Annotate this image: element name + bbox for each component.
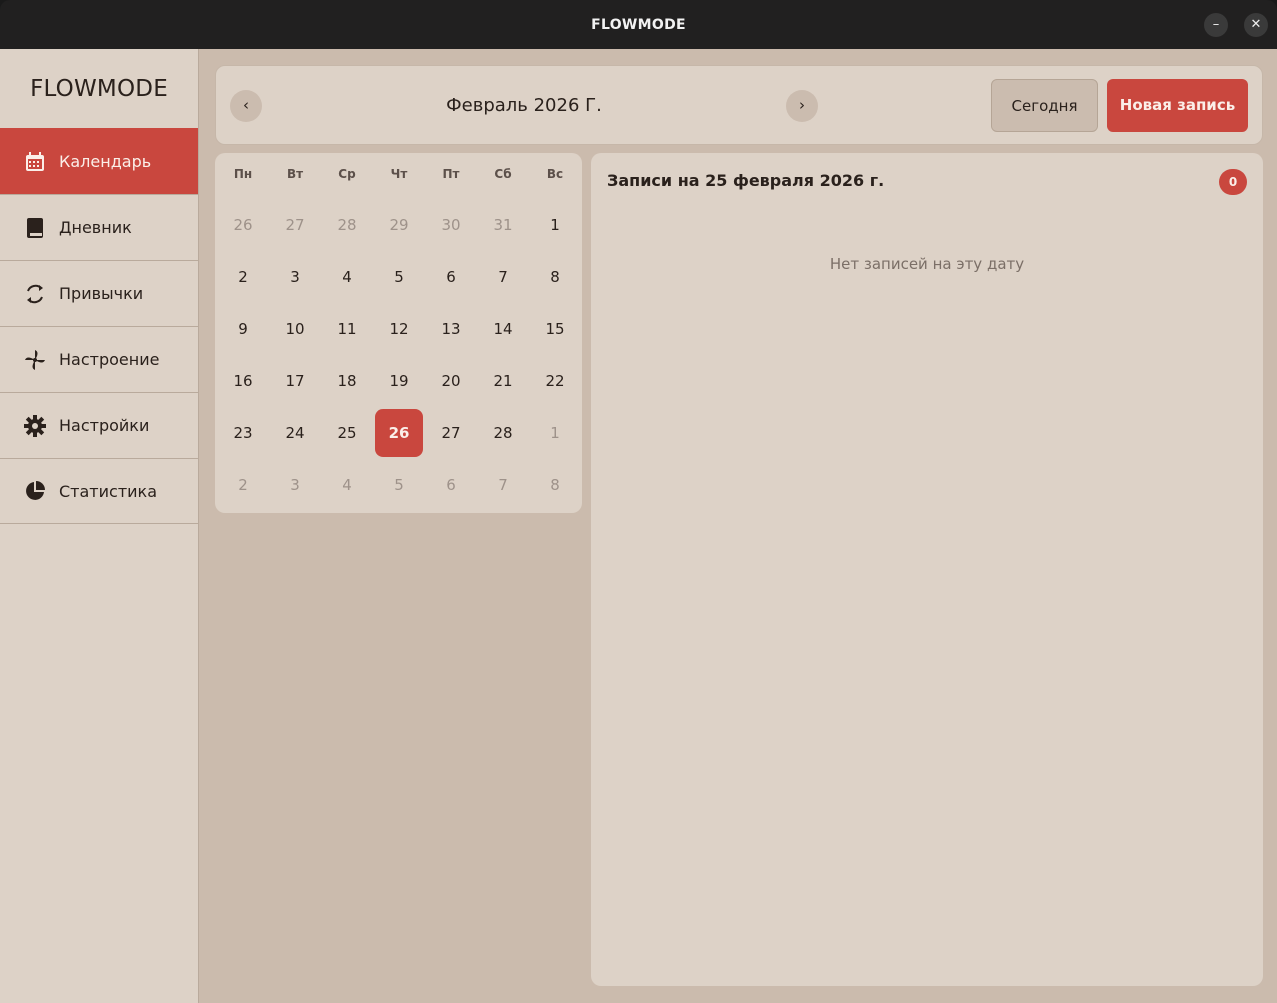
calendar-week-row: 23 24 25 26 27 28 1 xyxy=(217,409,581,457)
calendar-day[interactable]: 3 xyxy=(269,253,321,301)
pinwheel-icon xyxy=(24,349,46,371)
calendar-day[interactable]: 10 xyxy=(269,305,321,353)
calendar-day[interactable]: 4 xyxy=(321,461,373,509)
sidebar-item-label: Привычки xyxy=(59,284,144,303)
month-calendar: Пн Вт Ср Чт Пт Сб Вс 26 27 28 29 30 31 1 2 3 4 5 6 7 8 9 10 11… xyxy=(215,153,582,513)
calendar-icon xyxy=(24,151,46,173)
sidebar-item-habits[interactable]: Привычки xyxy=(0,260,198,326)
sidebar-item-calendar[interactable]: Календарь xyxy=(0,128,198,194)
weekday-label: Пн xyxy=(233,167,253,181)
app-area: FLOWMODE Календарь Дневник Привычки Наст… xyxy=(0,49,1277,1003)
weekday-label: Ср xyxy=(338,167,356,181)
month-title: Февраль 2026 Г. xyxy=(446,95,602,116)
calendar-day[interactable]: 6 xyxy=(425,461,477,509)
empty-state-text: Нет записей на эту дату xyxy=(829,255,1025,273)
calendar-day[interactable]: 9 xyxy=(217,305,269,353)
calendar-day[interactable]: 2 xyxy=(217,253,269,301)
calendar-day[interactable]: 13 xyxy=(425,305,477,353)
minimize-button[interactable]: – xyxy=(1204,13,1228,37)
calendar-header: ‹ Февраль 2026 Г. › Сегодня Новая запись xyxy=(215,65,1263,145)
calendar-week-row: 9 10 11 12 13 14 15 xyxy=(217,305,581,353)
calendar-day[interactable]: 22 xyxy=(529,357,581,405)
calendar-day[interactable]: 1 xyxy=(529,201,581,249)
calendar-day[interactable]: 16 xyxy=(217,357,269,405)
calendar-day[interactable]: 12 xyxy=(373,305,425,353)
calendar-day[interactable]: 28 xyxy=(477,409,529,457)
sidebar: FLOWMODE Календарь Дневник Привычки Наст… xyxy=(0,49,199,1003)
weekday-label: Вс xyxy=(546,167,564,181)
calendar-week-row: 2345678 xyxy=(217,461,581,509)
entries-panel: Записи на 25 февраля 2026 г. 0 Нет запис… xyxy=(591,153,1263,986)
weekday-header: Пн Вт Ср Чт Пт Сб Вс xyxy=(217,167,581,187)
weekday-label: Вт xyxy=(286,167,304,181)
calendar-day[interactable]: 18 xyxy=(321,357,373,405)
calendar-day[interactable]: 21 xyxy=(477,357,529,405)
calendar-day-selected[interactable]: 26 xyxy=(375,409,423,457)
entries-count-badge: 0 xyxy=(1219,169,1247,195)
pie-chart-icon xyxy=(24,480,46,502)
calendar-day[interactable]: 8 xyxy=(529,461,581,509)
sidebar-item-settings[interactable]: Настройки xyxy=(0,392,198,458)
calendar-day[interactable]: 24 xyxy=(269,409,321,457)
calendar-week-row: 16 17 18 19 20 21 22 xyxy=(217,357,581,405)
calendar-day[interactable]: 17 xyxy=(269,357,321,405)
close-button[interactable]: ✕ xyxy=(1244,13,1268,37)
calendar-day[interactable]: 1 xyxy=(529,409,581,457)
calendar-day[interactable]: 30 xyxy=(425,201,477,249)
entries-title: Записи на 25 февраля 2026 г. xyxy=(607,171,885,190)
weekday-label: Пт xyxy=(442,167,460,181)
sidebar-item-label: Статистика xyxy=(59,481,157,501)
app-brand: FLOWMODE xyxy=(30,76,168,102)
calendar-week-row: 26 27 28 29 30 31 1 xyxy=(217,201,581,249)
calendar-day[interactable]: 5 xyxy=(373,461,425,509)
book-icon xyxy=(24,217,46,239)
calendar-day[interactable]: 5 xyxy=(373,253,425,301)
calendar-day[interactable]: 7 xyxy=(477,253,529,301)
calendar-day[interactable]: 3 xyxy=(269,461,321,509)
sidebar-item-label: Календарь xyxy=(59,152,152,171)
sidebar-item-label: Дневник xyxy=(59,218,132,237)
calendar-day[interactable]: 29 xyxy=(373,201,425,249)
calendar-day[interactable]: 11 xyxy=(321,305,373,353)
sidebar-item-diary[interactable]: Дневник xyxy=(0,194,198,260)
sidebar-item-label: Настроение xyxy=(59,350,160,369)
calendar-day[interactable]: 28 xyxy=(321,201,373,249)
window-title: FLOWMODE xyxy=(591,17,686,33)
sidebar-item-mood[interactable]: Настроение xyxy=(0,326,198,392)
calendar-day[interactable]: 6 xyxy=(425,253,477,301)
calendar-day[interactable]: 31 xyxy=(477,201,529,249)
calendar-day[interactable]: 27 xyxy=(269,201,321,249)
calendar-day[interactable]: 2 xyxy=(217,461,269,509)
today-button[interactable]: Сегодня xyxy=(991,79,1098,132)
next-month-button[interactable]: › xyxy=(786,90,818,122)
calendar-day[interactable]: 14 xyxy=(477,305,529,353)
refresh-icon xyxy=(24,283,46,305)
calendar-week-row: 2345678 xyxy=(217,253,581,301)
window-titlebar: FLOWMODE – ✕ xyxy=(0,0,1277,49)
calendar-day[interactable]: 23 xyxy=(217,409,269,457)
prev-month-button[interactable]: ‹ xyxy=(230,90,262,122)
calendar-day[interactable]: 27 xyxy=(425,409,477,457)
weekday-label: Чт xyxy=(390,167,408,181)
calendar-day[interactable]: 26 xyxy=(217,201,269,249)
calendar-day[interactable]: 4 xyxy=(321,253,373,301)
calendar-day[interactable]: 15 xyxy=(529,305,581,353)
sidebar-item-statistics[interactable]: Статистика xyxy=(0,458,198,524)
new-entry-button[interactable]: Новая запись xyxy=(1107,79,1248,132)
calendar-day[interactable]: 7 xyxy=(477,461,529,509)
calendar-day[interactable]: 20 xyxy=(425,357,477,405)
sidebar-item-label: Настройки xyxy=(59,416,150,435)
calendar-day[interactable]: 8 xyxy=(529,253,581,301)
calendar-day[interactable]: 25 xyxy=(321,409,373,457)
calendar-day[interactable]: 19 xyxy=(373,357,425,405)
weekday-label: Сб xyxy=(494,167,512,181)
gear-icon xyxy=(24,414,46,437)
